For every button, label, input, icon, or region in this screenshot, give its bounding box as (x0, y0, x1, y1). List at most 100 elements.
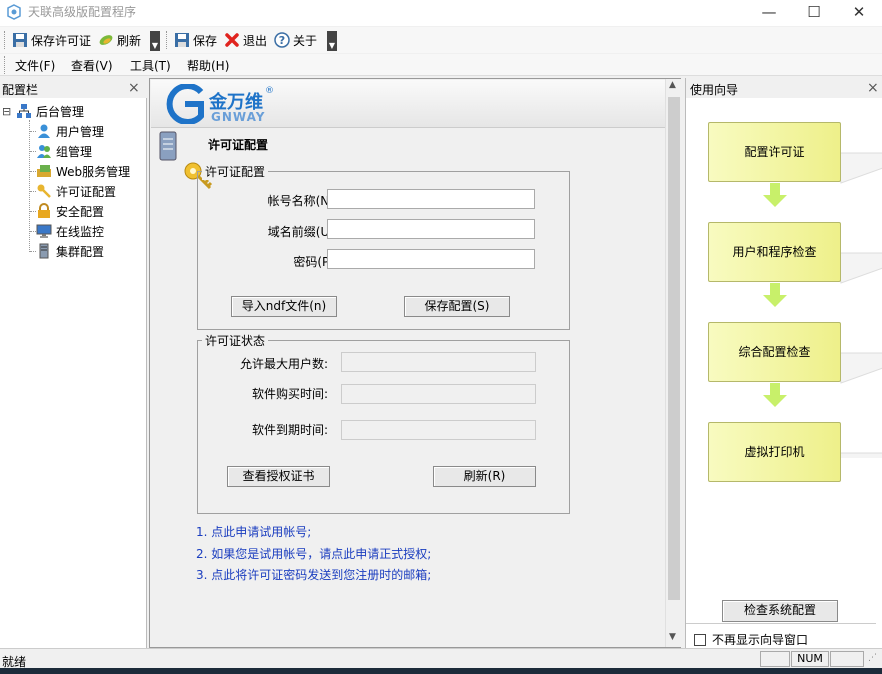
sidebar-header: 配置栏 × (0, 78, 147, 98)
wizard-panel: 使用向导 × 配置许可证 用户和程序检查 综合配置检查 虚拟打印机 检查系统配置… (685, 78, 882, 648)
status-refresh-button[interactable]: 刷新(R) (433, 466, 536, 487)
toolbar-overflow-dropdown-2[interactable]: ▼ (327, 31, 337, 51)
refresh-label: 刷新 (117, 33, 142, 48)
monitor-icon (36, 224, 52, 238)
menubar-grip[interactable] (4, 56, 7, 74)
network-tree-icon (17, 104, 31, 118)
about-label: 关于 (293, 33, 318, 48)
status-cell-scroll (830, 651, 864, 667)
app-icon (7, 4, 21, 20)
tree-item-label: 组管理 (56, 144, 93, 159)
tree-item-label: 用户管理 (56, 124, 105, 139)
refresh-button[interactable]: 刷新 (95, 30, 144, 50)
save-label: 保存 (193, 33, 218, 48)
domain-prefix-input[interactable] (327, 219, 535, 239)
menu-help[interactable]: 帮助(H) (187, 57, 229, 74)
import-ndf-button[interactable]: 导入ndf文件(n) (231, 296, 337, 317)
license-status-group: 许可证状态 允许最大用户数: 软件购买时间: 软件到期时间: 查看授权证书 刷新… (197, 332, 570, 514)
save-button[interactable]: 保存 (171, 30, 220, 50)
email-password-link[interactable]: 3. 点此将许可证密码发送到您注册时的邮箱; (196, 566, 431, 583)
about-button[interactable]: ? 关于 (271, 30, 320, 50)
status-bar: 就绪 NUM ⋰ (0, 648, 882, 669)
apply-trial-link[interactable]: 1. 点此申请试用帐号; (196, 523, 311, 540)
wizard-step-virtual-printer[interactable]: 虚拟打印机 (708, 422, 841, 482)
menu-view[interactable]: 查看(V) (71, 57, 113, 74)
menu-file[interactable]: 文件(F) (15, 57, 55, 74)
purchase-time-field (341, 384, 536, 404)
key-icon (37, 184, 51, 198)
tree-item-label: Web服务管理 (56, 164, 131, 179)
password-input[interactable] (327, 249, 535, 269)
toolbar-grip-2[interactable] (166, 31, 169, 49)
scroll-up-arrow-icon[interactable]: ▲ (669, 80, 676, 90)
tree-item-web-service[interactable]: Web服务管理 (30, 161, 130, 181)
toolbar-overflow-dropdown[interactable]: ▼ (150, 31, 160, 51)
save-config-button[interactable]: 保存配置(S) (404, 296, 510, 317)
tree-item-license[interactable]: 许可证配置 (30, 181, 116, 201)
wizard-step-license[interactable]: 配置许可证 (708, 122, 841, 182)
tree-item-security[interactable]: 安全配置 (30, 201, 104, 221)
toolbar-grip[interactable] (4, 31, 7, 49)
config-sidebar: 配置栏 × ⊟ 后台管理 用户管理 组管理 Web服务管理 许可证配置 安全配置 (0, 78, 147, 648)
resize-grip-icon[interactable]: ⋰ (868, 653, 877, 663)
svg-text:?: ? (279, 34, 285, 47)
exit-button[interactable]: 退出 (221, 30, 270, 50)
close-button[interactable]: ✕ (836, 0, 882, 26)
minimize-button[interactable]: — (746, 0, 792, 26)
wizard-title: 使用向导 (690, 83, 739, 97)
document-icon (159, 131, 177, 161)
account-label: 帐号名称(N): (267, 194, 338, 208)
wizard-divider (686, 623, 876, 624)
exit-x-icon (225, 33, 239, 47)
dont-show-checkbox[interactable] (694, 634, 706, 646)
page-title: 许可证配置 (208, 138, 269, 152)
status-group-legend: 许可证状态 (202, 332, 269, 349)
account-input[interactable] (327, 189, 535, 209)
save-license-button[interactable]: 保存许可证 (9, 30, 94, 50)
expire-time-label: 软件到期时间: (251, 423, 328, 437)
tree-root-label: 后台管理 (36, 104, 85, 119)
wizard-step-overall-check[interactable]: 综合配置检查 (708, 322, 841, 382)
menu-tools[interactable]: 工具(T) (130, 57, 171, 74)
tree-item-group-mgmt[interactable]: 组管理 (30, 141, 92, 161)
tree-item-user-mgmt[interactable]: 用户管理 (30, 121, 104, 141)
config-group-legend: 许可证配置 (202, 163, 269, 180)
tree-item-cluster[interactable]: 集群配置 (30, 241, 104, 261)
down-arrow-icon (763, 195, 787, 207)
web-service-icon (37, 165, 51, 177)
purchase-time-label: 软件购买时间: (251, 387, 328, 401)
save-disk-icon (175, 33, 189, 47)
check-system-config-button[interactable]: 检查系统配置 (722, 600, 838, 622)
status-cell-caps (760, 651, 790, 667)
license-config-panel: 金万维 ® GNWAY 许可证配置 许可证配置 帐号名称(N): 域名前缀(U)… (149, 78, 681, 648)
password-label: 密码(P): (293, 255, 338, 269)
maximize-button[interactable]: ☐ (791, 0, 837, 26)
tree-item-monitor[interactable]: 在线监控 (30, 221, 104, 241)
refresh-leaf-icon (99, 35, 113, 45)
scroll-down-arrow-icon[interactable]: ▼ (669, 632, 676, 642)
collapse-icon[interactable]: ⊟ (2, 105, 16, 118)
user-icon (38, 124, 50, 138)
group-icon (37, 145, 51, 158)
wizard-header: 使用向导 × (686, 78, 882, 98)
logo-english: GNWAY (211, 110, 266, 124)
center-scrollbar[interactable]: ▲ ▼ (665, 79, 681, 647)
scrollbar-thumb[interactable] (668, 97, 680, 600)
toolbar: 保存许可证 刷新 ▼ 保存 退出 ? 关于 ▼ (0, 27, 882, 53)
wizard-step-shadows (836, 152, 882, 458)
wizard-close-button[interactable]: × (867, 80, 879, 96)
apply-formal-license-link[interactable]: 2. 如果您是试用帐号，请点此申请正式授权; (196, 545, 431, 562)
wizard-step-user-check[interactable]: 用户和程序检查 (708, 222, 841, 282)
tree-item-label: 集群配置 (56, 244, 105, 259)
lock-icon (38, 203, 50, 218)
sidebar-close-button[interactable]: × (128, 80, 140, 96)
expire-time-field (341, 420, 536, 440)
help-question-icon: ? (274, 32, 290, 48)
sidebar-title: 配置栏 (2, 83, 39, 97)
save-license-label: 保存许可证 (31, 33, 92, 48)
max-users-label: 允许最大用户数: (239, 357, 328, 371)
domain-label: 域名前缀(U): (267, 225, 338, 239)
tree-item-label: 许可证配置 (56, 184, 117, 199)
view-certificate-button[interactable]: 查看授权证书 (227, 466, 330, 487)
tree-root-backend[interactable]: ⊟ 后台管理 (2, 101, 84, 121)
